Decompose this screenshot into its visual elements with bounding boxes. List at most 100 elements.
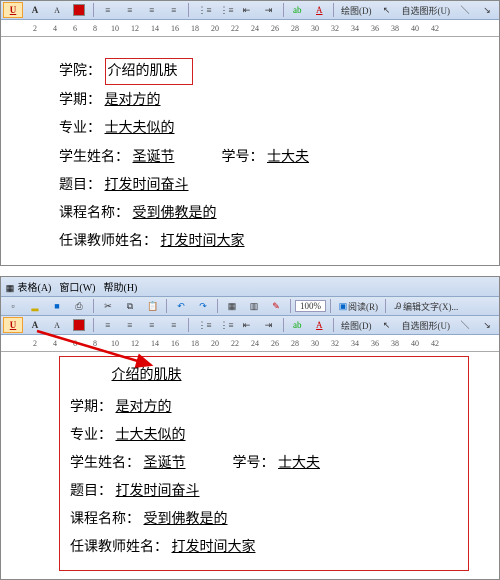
line-button[interactable]: ＼ [455, 2, 475, 18]
align-left-button[interactable]: ≡ [98, 2, 118, 18]
pointer-icon: ↖ [382, 320, 392, 330]
autoshape-menu[interactable]: 自选图形(U) [399, 319, 454, 332]
menu-table[interactable]: ▦ 表格(A) [5, 279, 51, 294]
underline-button[interactable]: U [3, 317, 23, 333]
redo-button[interactable]: ↷ [193, 298, 213, 314]
teacher-value[interactable]: 打发时间大家 [161, 229, 245, 254]
font-color-dropdown[interactable]: A [309, 317, 329, 333]
increase-indent-button[interactable]: ⇥ [259, 2, 279, 18]
topic-value[interactable]: 打发时间奋斗 [105, 173, 189, 198]
document-area[interactable]: 学院： 介绍的肌肤 学期： 是对方的 专业： 士大夫似的 学生姓名： 圣诞节 学… [1, 37, 499, 265]
menu-help[interactable]: 帮助(H) [104, 279, 138, 294]
ruler-tick: 34 [345, 339, 365, 348]
course-value[interactable]: 受到佛教是的 [133, 201, 217, 226]
teacher-value[interactable]: 打发时间大家 [172, 535, 256, 560]
name-value[interactable]: 圣诞节 [133, 145, 175, 170]
autoshape-menu[interactable]: 自选图形(U) [399, 4, 454, 17]
name-value[interactable]: 圣诞节 [144, 451, 186, 476]
font-grow-button[interactable]: A [25, 317, 45, 333]
id-value[interactable]: 士大夫 [278, 451, 320, 476]
justify-button[interactable]: ≡ [164, 2, 184, 18]
topic-value[interactable]: 打发时间奋斗 [116, 479, 200, 504]
undo-button[interactable]: ↶ [171, 298, 191, 314]
color-swatch-icon [73, 4, 85, 16]
college-value[interactable]: 介绍的肌肤 [105, 58, 193, 85]
open-button[interactable]: ▂ [25, 298, 45, 314]
bullets-button[interactable]: ⋮≡ [215, 2, 235, 18]
decrease-indent-button[interactable]: ⇤ [237, 2, 257, 18]
format-toolbar: U A A ≡ ≡ ≡ ≡ ⋮≡ ⋮≡ ⇤ ⇥ ab A 绘图(D) ↖ 自选图… [1, 1, 499, 20]
font-shrink-button[interactable]: A [47, 317, 67, 333]
major-value[interactable]: 士大夫似的 [116, 423, 186, 448]
copy-button[interactable]: ⧉ [120, 298, 140, 314]
print-icon: ⎙ [74, 301, 84, 311]
document-area[interactable]: 学院： 介绍的肌肤 学期： 是对方的 专业： 士大夫似的 学生姓名： 圣诞节 学… [1, 352, 499, 578]
line-icon: ＼ [460, 5, 470, 15]
align-right-icon: ≡ [147, 5, 157, 15]
draw-menu[interactable]: 绘图(D) [338, 4, 375, 17]
save-button[interactable]: ■ [47, 298, 67, 314]
font-color-dropdown[interactable]: A [309, 2, 329, 18]
separator [333, 318, 334, 332]
align-center-button[interactable]: ≡ [120, 317, 140, 333]
ruler-tick: 24 [245, 24, 265, 33]
separator [385, 299, 386, 313]
font-color-button[interactable] [69, 317, 89, 333]
college-value[interactable]: 介绍的肌肤 [112, 363, 182, 388]
highlight-button[interactable]: ab [287, 317, 307, 333]
field-college: 学院： 介绍的肌肤 [59, 58, 469, 85]
line-button[interactable]: ＼ [455, 317, 475, 333]
bullets-button[interactable]: ⋮≡ [215, 317, 235, 333]
horizontal-ruler[interactable]: 24681012141618202224262830323436384042 [1, 335, 499, 352]
term-label: 学期： [70, 395, 112, 420]
font-grow-button[interactable]: A [25, 2, 45, 18]
drawing-icon: ✎ [271, 301, 281, 311]
align-center-icon: ≡ [125, 320, 135, 330]
read-mode-button[interactable]: ▣阅读(R) [335, 298, 381, 314]
select-objects-button[interactable]: ↖ [377, 317, 397, 333]
align-left-icon: ≡ [103, 5, 113, 15]
numbering-button[interactable]: ⋮≡ [193, 2, 213, 18]
id-value[interactable]: 士大夫 [267, 145, 309, 170]
arrow-button[interactable]: ↘ [477, 317, 497, 333]
print-button[interactable]: ⎙ [69, 298, 89, 314]
highlight-icon: ab [292, 320, 302, 330]
increase-indent-button[interactable]: ⇥ [259, 317, 279, 333]
separator [93, 299, 94, 313]
align-right-button[interactable]: ≡ [142, 2, 162, 18]
paste-button[interactable]: 📋 [142, 298, 162, 314]
zoom-value[interactable]: 100% [295, 300, 326, 312]
new-button[interactable]: ▫ [3, 298, 23, 314]
cut-button[interactable]: ✂ [98, 298, 118, 314]
select-objects-button[interactable]: ↖ [377, 2, 397, 18]
drawing-toggle[interactable]: ✎ [266, 298, 286, 314]
underline-button[interactable]: U [3, 2, 23, 18]
major-value[interactable]: 士大夫似的 [105, 116, 175, 141]
align-left-button[interactable]: ≡ [98, 317, 118, 333]
draw-menu[interactable]: 绘图(D) [338, 319, 375, 332]
ruler-tick: 34 [345, 24, 365, 33]
horizontal-ruler[interactable]: 24681012141618202224262830323436384042 [1, 20, 499, 37]
arrow-button[interactable]: ↘ [477, 2, 497, 18]
decrease-indent-button[interactable]: ⇤ [237, 317, 257, 333]
align-center-button[interactable]: ≡ [120, 2, 140, 18]
format-toolbar-2: U A A ≡ ≡ ≡ ≡ ⋮≡ ⋮≡ ⇤ ⇥ ab A 绘图(D) ↖ 自选图… [1, 316, 499, 335]
menu-window[interactable]: 窗口(W) [59, 279, 95, 294]
justify-button[interactable]: ≡ [164, 317, 184, 333]
indent-icon: ⇥ [264, 320, 274, 330]
course-value[interactable]: 受到佛教是的 [144, 507, 228, 532]
term-value[interactable]: 是对方的 [105, 88, 161, 113]
ruler-tick: 14 [145, 24, 165, 33]
table-icon: ▦ [5, 283, 15, 293]
columns-button[interactable]: ▥ [244, 298, 264, 314]
font-shrink-button[interactable]: A [47, 2, 67, 18]
numbering-button[interactable]: ⋮≡ [193, 317, 213, 333]
edit-text-button[interactable]: Ꭿ编辑文字(X)... [390, 298, 461, 314]
term-value[interactable]: 是对方的 [116, 395, 172, 420]
align-right-button[interactable]: ≡ [142, 317, 162, 333]
field-topic: 题目： 打发时间奋斗 [70, 479, 458, 504]
highlight-button[interactable]: ab [287, 2, 307, 18]
font-color-button[interactable] [69, 2, 89, 18]
insert-table-button[interactable]: ▦ [222, 298, 242, 314]
outdent-icon: ⇤ [242, 320, 252, 330]
